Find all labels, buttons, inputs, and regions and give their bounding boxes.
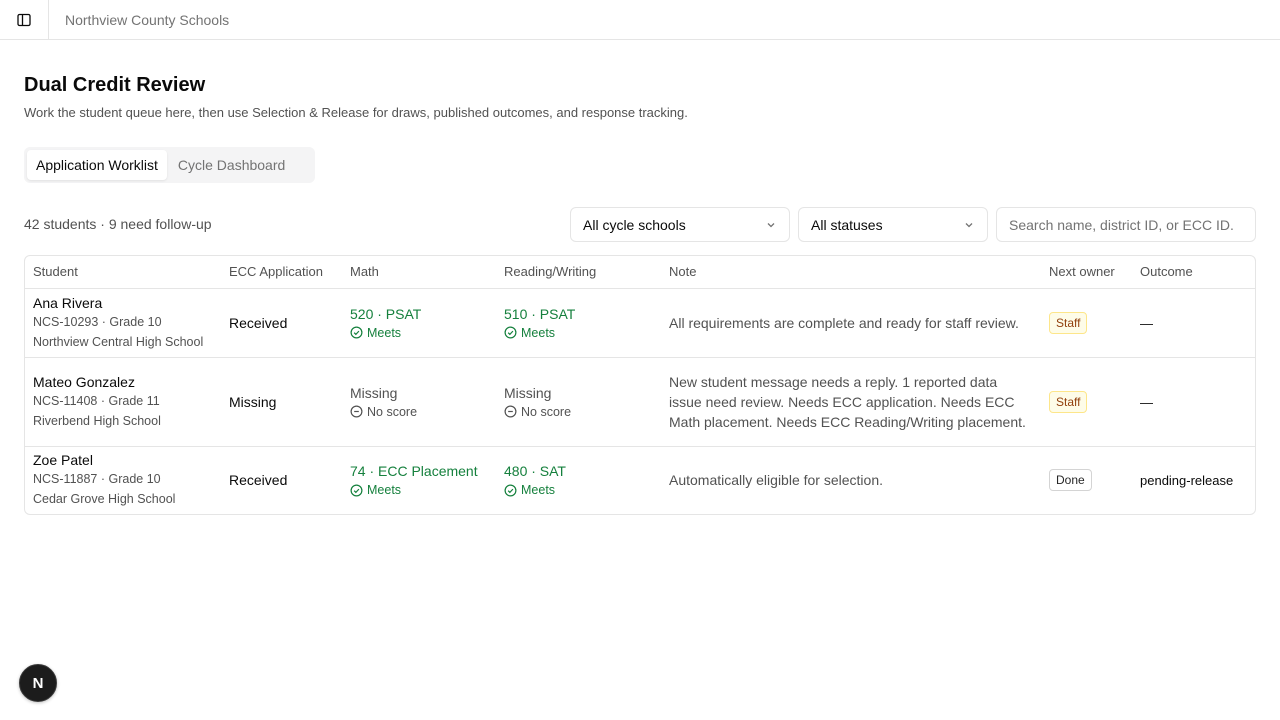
school-filter-select[interactable]: All cycle schools — [570, 207, 790, 242]
column-header-outcome[interactable]: Outcome — [1132, 256, 1255, 289]
dev-tools-button[interactable]: N — [19, 664, 57, 702]
check-circle-icon — [504, 326, 517, 339]
page-title: Dual Credit Review — [24, 74, 206, 96]
status-filter-select[interactable]: All statuses — [798, 207, 988, 242]
note-text: All requirements are complete and ready … — [669, 314, 1019, 331]
math-score: Missing — [350, 384, 398, 401]
outcome-text: — — [1140, 394, 1153, 410]
check-circle-icon — [350, 326, 363, 339]
application-status: Received — [229, 314, 288, 331]
column-header-next-owner[interactable]: Next owner — [1041, 256, 1132, 289]
column-header-reading-writing[interactable]: Reading/Writing — [496, 256, 661, 289]
reading-writing-score: 480 · SAT — [504, 463, 566, 480]
column-header-note[interactable]: Note — [661, 256, 1041, 289]
owner-badge: Done — [1049, 469, 1092, 492]
minus-circle-icon — [504, 405, 517, 418]
column-header-math[interactable]: Math — [342, 256, 496, 289]
reading-writing-cell: Missing No score — [496, 357, 661, 447]
student-ids: NCS-11887 · Grade 10 — [33, 472, 161, 487]
reading-writing-status: Meets — [504, 481, 653, 499]
outcome-text: — — [1140, 315, 1153, 331]
application-status: Missing — [229, 393, 277, 410]
student-school: Riverbend High School — [33, 413, 161, 428]
owner-badge: Staff — [1049, 311, 1088, 334]
math-status: No score — [350, 403, 488, 421]
math-score: 74 · ECC Placement — [350, 463, 478, 480]
application-status: Received — [229, 472, 288, 489]
chevron-down-icon — [965, 222, 973, 227]
reading-writing-status-label: Meets — [521, 483, 556, 498]
check-circle-icon — [350, 484, 363, 497]
math-cell: 520 · PSAT Meets — [342, 288, 496, 358]
student-cell: Mateo Gonzalez NCS-11408 · Grade 11 Rive… — [25, 357, 221, 447]
status-filter-value: All statuses — [811, 216, 883, 233]
tab-application-worklist[interactable]: Application Worklist — [27, 150, 167, 180]
view-tabs: Application Worklist Cycle Dashboard — [24, 147, 315, 183]
math-status-label: Meets — [367, 325, 402, 340]
table-row[interactable]: Zoe Patel NCS-11887 · Grade 10 Cedar Gro… — [25, 446, 1255, 514]
student-cell: Zoe Patel NCS-11887 · Grade 10 Cedar Gro… — [25, 446, 221, 514]
student-name[interactable]: Zoe Patel — [33, 451, 213, 469]
math-cell: 74 · ECC Placement Meets — [342, 446, 496, 514]
student-table: Student ECC Application Math Reading/Wri… — [24, 255, 1256, 515]
reading-writing-status-label: Meets — [521, 325, 556, 340]
student-school: Northview Central High School — [33, 334, 204, 349]
math-score: 520 · PSAT — [350, 305, 422, 322]
reading-writing-status-label: No score — [521, 404, 572, 419]
reading-writing-cell: 480 · SAT Meets — [496, 446, 661, 514]
page-subtitle: Work the student queue here, then use Se… — [24, 105, 688, 120]
check-circle-icon — [504, 484, 517, 497]
student-ids: NCS-11408 · Grade 11 — [33, 393, 160, 408]
note-text: New student message needs a reply. 1 rep… — [669, 373, 1026, 430]
math-status-label: No score — [367, 404, 418, 419]
school-filter-value: All cycle schools — [583, 216, 686, 233]
table-header-row: Student ECC Application Math Reading/Wri… — [25, 256, 1255, 289]
sidebar-toggle-icon — [17, 13, 31, 26]
table-row[interactable]: Ana Rivera NCS-10293 · Grade 10 Northvie… — [25, 288, 1255, 358]
minus-circle-icon — [350, 405, 363, 418]
note-text: Automatically eligible for selection. — [669, 472, 883, 489]
chevron-down-icon — [767, 222, 775, 227]
math-status-label: Meets — [367, 483, 402, 498]
reading-writing-status: No score — [504, 403, 653, 421]
math-cell: Missing No score — [342, 357, 496, 447]
student-cell: Ana Rivera NCS-10293 · Grade 10 Northvie… — [25, 288, 221, 358]
tab-cycle-dashboard[interactable]: Cycle Dashboard — [169, 150, 294, 180]
table-row[interactable]: Mateo Gonzalez NCS-11408 · Grade 11 Rive… — [25, 357, 1255, 447]
student-name[interactable]: Ana Rivera — [33, 294, 213, 312]
column-header-application[interactable]: ECC Application — [221, 256, 342, 289]
student-name[interactable]: Mateo Gonzalez — [33, 373, 213, 391]
student-count-summary: 42 students · 9 need follow-up — [24, 216, 212, 232]
column-header-student[interactable]: Student — [25, 256, 221, 289]
student-school: Cedar Grove High School — [33, 492, 176, 507]
search-input[interactable] — [996, 207, 1256, 242]
reading-writing-status: Meets — [504, 324, 653, 342]
org-name: Northview County Schools — [65, 11, 230, 28]
math-status: Meets — [350, 324, 488, 342]
reading-writing-cell: 510 · PSAT Meets — [496, 288, 661, 358]
reading-writing-score: 510 · PSAT — [504, 305, 576, 322]
owner-badge: Staff — [1049, 390, 1088, 413]
outcome-text: pending-release — [1140, 473, 1234, 489]
student-ids: NCS-10293 · Grade 10 — [33, 314, 162, 329]
reading-writing-score: Missing — [504, 384, 552, 401]
top-bar: Northview County Schools — [0, 0, 1280, 40]
sidebar-toggle-button[interactable] — [0, 0, 49, 39]
math-status: Meets — [350, 481, 488, 499]
